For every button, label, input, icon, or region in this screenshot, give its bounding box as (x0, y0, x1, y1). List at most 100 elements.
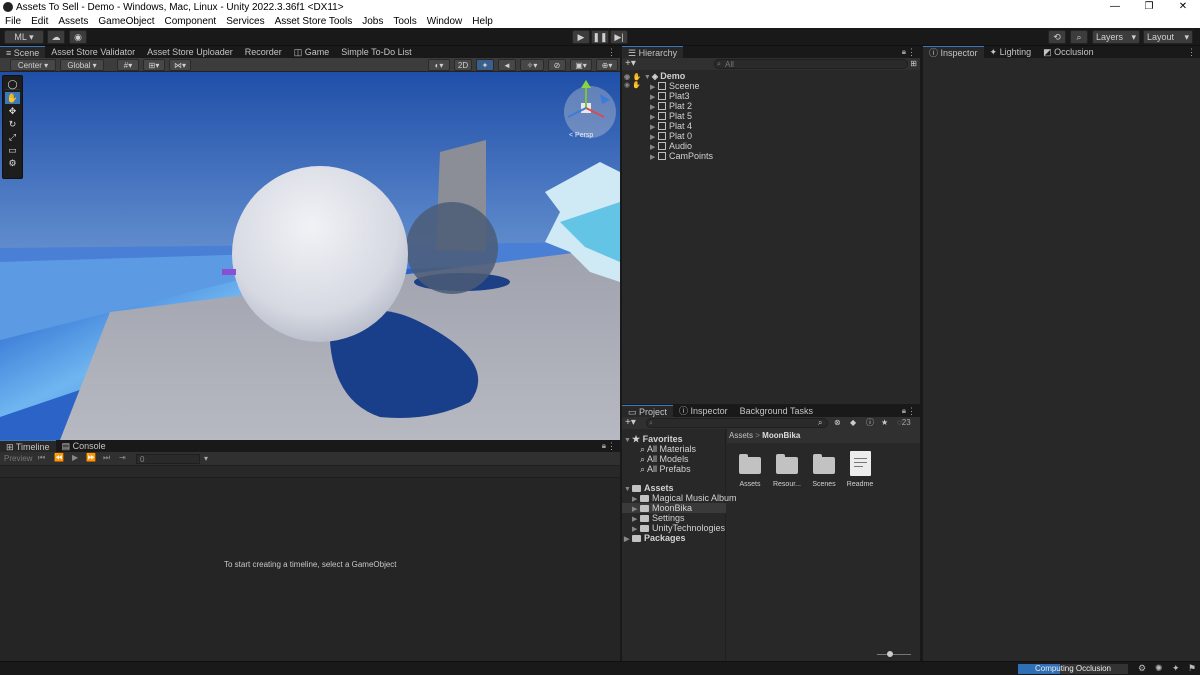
zoom-slider-handle[interactable] (887, 651, 893, 657)
tab-timeline[interactable]: ⊞ Timeline (0, 440, 56, 452)
last-frame-icon[interactable]: ⏭ (103, 453, 110, 463)
list-item[interactable]: ⌕ All Prefabs (640, 464, 691, 474)
list-item[interactable]: ◉ ✋ ▶ Sceene (624, 81, 700, 91)
next-frame-icon[interactable]: ⏩ (86, 453, 96, 462)
menu-jobs[interactable]: Jobs (357, 16, 388, 27)
tab-project[interactable]: ▭ Project (622, 405, 674, 417)
effects-dropdown[interactable]: ✧▾ (520, 59, 544, 71)
layers-dropdown[interactable]: Layers ▾ (1092, 30, 1140, 44)
project-search-input[interactable]: ⌕ (646, 418, 828, 428)
pick-icon[interactable]: ✋ (633, 74, 642, 81)
list-item[interactable]: ▶ Plat 0 (650, 131, 692, 141)
folder-icon[interactable] (813, 454, 835, 474)
cache-server-icon[interactable]: ⚙ (1138, 663, 1146, 674)
menu-assets[interactable]: Assets (53, 16, 93, 27)
list-item[interactable]: ▶ MoonBika (622, 503, 726, 513)
tab-background-tasks[interactable]: Background Tasks (734, 405, 819, 417)
preview-button[interactable]: Preview (4, 454, 32, 463)
menu-gameobject[interactable]: GameObject (93, 16, 159, 27)
rect-tool-icon[interactable]: ▭ (5, 144, 20, 156)
minimize-button[interactable]: — (1098, 0, 1132, 14)
menu-services[interactable]: Services (221, 16, 269, 27)
rotate-tool-icon[interactable]: ↻ (5, 118, 20, 130)
list-item[interactable]: ▶ CamPoints (650, 151, 713, 161)
scene-root[interactable]: ◉ ✋ ▼◈ Demo (624, 71, 685, 81)
scale-tool-icon[interactable]: ⤢ (5, 131, 20, 143)
frame-field[interactable]: 0 (136, 454, 200, 464)
breadcrumb-item[interactable]: MoonBika (762, 431, 800, 440)
hand-tool-icon[interactable]: ✋ (5, 92, 20, 104)
list-item[interactable]: ▶ Plat3 (650, 91, 690, 101)
play-icon[interactable]: ▶ (72, 453, 78, 462)
list-item[interactable]: ▶ Settings (632, 513, 685, 523)
add-button[interactable]: +▾ (625, 58, 636, 69)
first-frame-icon[interactable]: ⏮ (38, 453, 45, 463)
menu-help[interactable]: Help (467, 16, 498, 27)
hidden-count-badge[interactable]: ◌23 (897, 417, 911, 428)
tab-asset-store-validator[interactable]: Asset Store Validator (45, 46, 141, 58)
vertex-snap-button[interactable]: ⋈▾ (169, 59, 191, 71)
zoom-slider[interactable] (877, 651, 911, 657)
folder-icon[interactable] (776, 454, 798, 474)
pivot-dropdown[interactable]: Center ▾ (10, 59, 56, 71)
eye-icon[interactable]: ◉ (624, 74, 630, 81)
list-item[interactable]: ▶ Audio (650, 141, 692, 151)
hierarchy-search-input[interactable]: ⌕ All (714, 59, 908, 69)
list-item[interactable]: ▶ Plat 5 (650, 111, 692, 121)
packages-header[interactable]: ▶ Packages (624, 533, 686, 543)
expand-arrow-icon[interactable]: ▼ (624, 485, 632, 495)
kebab-menu-icon[interactable]: ⋮ (607, 46, 616, 58)
list-item[interactable]: ⌕ All Materials (640, 444, 696, 454)
tab-hierarchy[interactable]: ☰ Hierarchy (622, 46, 684, 58)
list-item[interactable]: ▶ Plat 2 (650, 101, 692, 111)
debug-icon[interactable]: ✺ (1155, 663, 1163, 674)
document-icon[interactable] (850, 451, 871, 476)
tab-console[interactable]: ▤ Console (56, 440, 112, 452)
tab-inspector[interactable]: ⓘ Inspector (673, 405, 734, 417)
folder-icon[interactable] (739, 454, 761, 474)
expand-arrow-icon[interactable]: ▶ (624, 535, 632, 545)
collab-button[interactable]: ◉ (69, 30, 87, 44)
star-icon[interactable]: ★ (881, 417, 888, 428)
favorites-header[interactable]: ▼★ Favorites (624, 434, 683, 444)
menu-file[interactable]: File (0, 16, 26, 27)
notifications-icon[interactable]: ⚑ (1188, 663, 1196, 674)
search-button[interactable]: ⌕ (1070, 30, 1088, 44)
tab-occlusion[interactable]: ◩ Occlusion (1037, 46, 1100, 58)
list-item[interactable]: ▶ Magical Music Album (632, 493, 737, 503)
2d-toggle[interactable]: 2D (454, 59, 472, 71)
step-button[interactable]: ▶| (610, 30, 628, 44)
lock-icon[interactable]: 🔒︎ (602, 440, 606, 452)
lock-icon[interactable]: 🔒︎ (902, 46, 906, 58)
prev-frame-icon[interactable]: ⏪ (54, 453, 64, 462)
kebab-menu-icon[interactable]: ⋮ (1187, 46, 1196, 58)
expand-arrow-icon[interactable]: ▼ (624, 436, 632, 446)
space-dropdown[interactable]: Global ▾ (60, 59, 104, 71)
expand-arrow-icon[interactable]: ▶ (650, 153, 658, 163)
grid-snap-button[interactable]: #▾ (117, 59, 139, 71)
warning-icon[interactable]: ⓘ (866, 417, 874, 428)
menu-tools[interactable]: Tools (388, 16, 421, 27)
move-tool-icon[interactable]: ✥ (5, 105, 20, 117)
tab-game[interactable]: ◫ Game (288, 46, 336, 58)
history-button[interactable]: ⟲ (1048, 30, 1066, 44)
tab-inspector[interactable]: ⓘ Inspector (923, 46, 984, 58)
list-item[interactable]: ▶ Plat 4 (650, 121, 692, 131)
kebab-menu-icon[interactable]: ⋮ (907, 405, 916, 417)
chevron-down-icon[interactable]: ▾ (204, 454, 208, 463)
tab-scene[interactable]: ≡ Scene (0, 46, 46, 58)
list-item[interactable]: ⌕ All Models (640, 454, 689, 464)
pause-button[interactable]: ❚❚ (591, 30, 609, 44)
visibility-eye-icon[interactable]: ◉ ✋ (624, 81, 641, 91)
layout-dropdown[interactable]: Layout ▾ (1143, 30, 1193, 44)
menu-window[interactable]: Window (422, 16, 468, 27)
filter-icon[interactable]: ⊗ (834, 417, 841, 428)
menu-asset-store-tools[interactable]: Asset Store Tools (270, 16, 358, 27)
view-tool-icon[interactable]: ◯ (5, 78, 20, 90)
menu-component[interactable]: Component (160, 16, 222, 27)
lock-icon[interactable]: 🔒︎ (902, 405, 906, 417)
account-button[interactable]: ML ▾ (4, 30, 44, 44)
label-icon[interactable]: ◆ (850, 417, 856, 428)
tab-asset-store-uploader[interactable]: Asset Store Uploader (141, 46, 239, 58)
loop-icon[interactable]: ⇥ (119, 453, 126, 462)
